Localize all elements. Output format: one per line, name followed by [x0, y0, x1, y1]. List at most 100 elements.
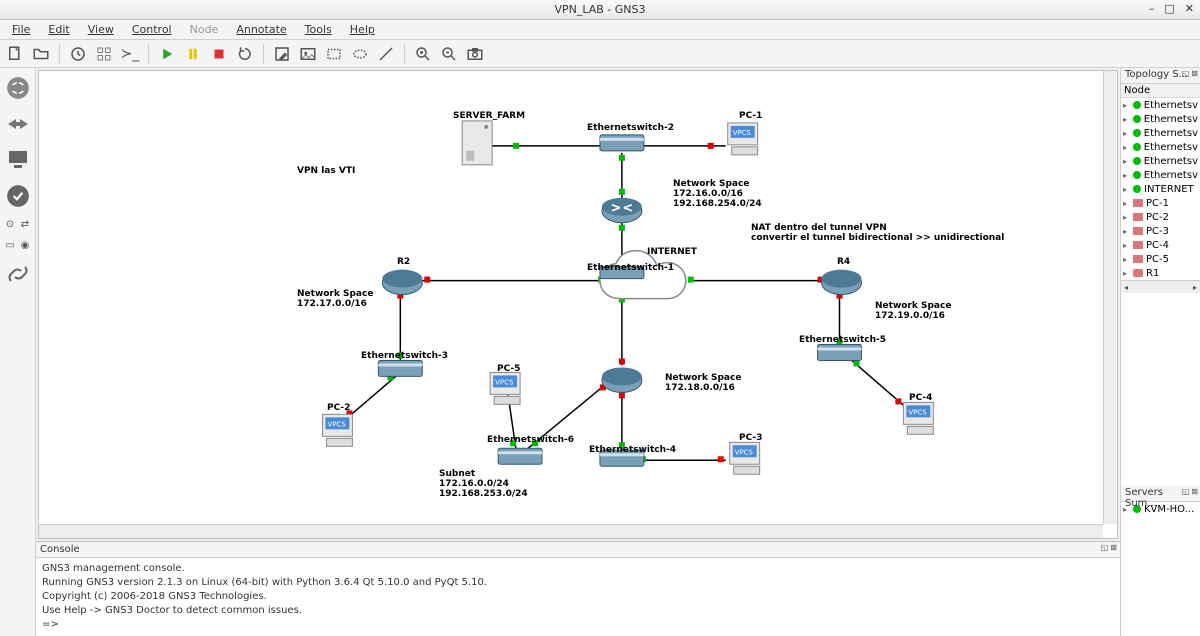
reload-all-button[interactable]: [234, 43, 256, 65]
mini-pc-icon: ▭: [4, 239, 17, 252]
pc-4[interactable]: VPCS: [903, 402, 933, 434]
menu-help[interactable]: Help: [342, 21, 383, 38]
zoom-in-button[interactable]: [412, 43, 434, 65]
node-row[interactable]: ▸PC-2: [1121, 210, 1200, 224]
label-netspace4: Network Space 172.19.0.0/16: [875, 301, 951, 321]
console-all-button[interactable]: ≻_: [119, 43, 141, 65]
stop-all-button[interactable]: [208, 43, 230, 65]
node-row[interactable]: ▸PC-4: [1121, 238, 1200, 252]
node-row[interactable]: ▸Ethernetsv: [1121, 98, 1200, 112]
switches-button[interactable]: [4, 110, 32, 138]
menu-control[interactable]: Control: [124, 21, 180, 38]
pc-2[interactable]: VPCS: [322, 414, 352, 446]
label-netspace2: Network Space 172.17.0.0/16: [297, 289, 373, 309]
device-dock: ⊙⇄ ▭◉: [0, 68, 36, 636]
menu-tools[interactable]: Tools: [297, 21, 340, 38]
console-close-icon[interactable]: ⊠: [1110, 543, 1117, 552]
open-project-button[interactable]: [30, 43, 52, 65]
maximize-button[interactable]: □: [1164, 2, 1174, 15]
panel-float-icon[interactable]: ◱: [1182, 69, 1190, 78]
node-label: Ethernetsv: [1144, 100, 1198, 111]
label-pc5: PC-5: [497, 364, 520, 374]
console-body[interactable]: GNS3 management console. Running GNS3 ve…: [36, 558, 1120, 636]
console-float-icon[interactable]: ◱: [1101, 543, 1109, 552]
close-button[interactable]: ✕: [1185, 2, 1194, 15]
node-row[interactable]: ▸PC-3: [1121, 224, 1200, 238]
node-row[interactable]: ▸Ethernetsv: [1121, 140, 1200, 154]
ethernetswitch-5[interactable]: [818, 344, 862, 360]
label-pc4: PC-4: [909, 393, 932, 403]
menu-file[interactable]: File: [4, 21, 38, 38]
mini-fw-icon: ◉: [19, 239, 32, 252]
node-row[interactable]: ▸R1: [1121, 266, 1200, 280]
all-devices-button[interactable]: ⊙⇄: [4, 218, 32, 231]
server-farm[interactable]: [462, 121, 492, 165]
zoom-out-button[interactable]: [438, 43, 460, 65]
topology-tree[interactable]: Node ▸Ethernetsv▸Ethernetsv▸Ethernetsv▸E…: [1121, 84, 1200, 486]
security-devices-button[interactable]: [4, 182, 32, 210]
node-label: PC-4: [1146, 240, 1169, 251]
status-dot-icon: [1133, 157, 1141, 165]
pc-1[interactable]: VPCS: [728, 123, 758, 155]
snapshot-button[interactable]: [67, 43, 89, 65]
new-project-button[interactable]: [4, 43, 26, 65]
ethernetswitch-6[interactable]: [498, 448, 542, 464]
router-r2[interactable]: [382, 270, 422, 295]
ethernetswitch-2[interactable]: [600, 135, 644, 151]
mini-router-icon: ⊙: [4, 218, 17, 231]
canvas-scroll-horizontal[interactable]: [39, 524, 1103, 538]
node-label: PC-3: [1146, 226, 1169, 237]
panel-close-icon[interactable]: ⊠: [1191, 69, 1198, 78]
annotate-note-button[interactable]: [271, 43, 293, 65]
add-link-button[interactable]: [4, 260, 32, 288]
screenshot-button[interactable]: [464, 43, 486, 65]
tree-scroll[interactable]: ◂▸: [1121, 280, 1200, 293]
canvas-scroll-vertical[interactable]: [1103, 71, 1117, 524]
svg-text:VPCS: VPCS: [327, 420, 346, 428]
label-esw6: Ethernetswitch-6: [487, 435, 574, 445]
status-dot-icon: [1133, 185, 1141, 193]
annotate-rect-button[interactable]: [323, 43, 345, 65]
pc-3[interactable]: VPCS: [730, 442, 760, 474]
title-bar: VPN_LAB - GNS3 – □ ✕: [0, 0, 1200, 20]
status-dot-icon: [1133, 115, 1141, 123]
servers-tree[interactable]: ▸KVM-HO...: [1121, 502, 1200, 636]
node-label: PC-5: [1146, 254, 1169, 265]
end-devices-button[interactable]: [4, 146, 32, 174]
node-row[interactable]: ▸PC-5: [1121, 252, 1200, 266]
console-panel: Console ◱⊠ GNS3 management console. Runn…: [36, 541, 1120, 636]
topology-canvas[interactable]: VPCS VPCS VPCS VPCS VPCS VPN las VTI SER…: [38, 70, 1118, 539]
show-grid-button[interactable]: [93, 43, 115, 65]
node-row[interactable]: ▸Ethernetsv: [1121, 154, 1200, 168]
window-title: VPN_LAB - GNS3: [554, 3, 645, 16]
pause-all-button[interactable]: [182, 43, 204, 65]
panel-float-icon[interactable]: ◱: [1182, 487, 1190, 496]
label-pc3: PC-3: [739, 433, 762, 443]
annotate-line-button[interactable]: [375, 43, 397, 65]
node-row[interactable]: ▸Ethernetsv: [1121, 112, 1200, 126]
label-esw3: Ethernetswitch-3: [361, 351, 448, 361]
annotate-image-button[interactable]: [297, 43, 319, 65]
routers-button[interactable]: [4, 74, 32, 102]
pc-icon: [1133, 199, 1143, 207]
start-all-button[interactable]: [156, 43, 178, 65]
minimize-button[interactable]: –: [1149, 2, 1155, 15]
node-row[interactable]: ▸PC-1: [1121, 196, 1200, 210]
menu-edit[interactable]: Edit: [40, 21, 77, 38]
router-r3[interactable]: [602, 367, 642, 392]
console-prompt: =>: [42, 618, 1114, 632]
panel-close-icon[interactable]: ⊠: [1191, 487, 1198, 496]
node-label: Ethernetsv: [1144, 128, 1198, 139]
node-row[interactable]: ▸Ethernetsv: [1121, 126, 1200, 140]
router-r4[interactable]: [822, 270, 862, 295]
label-esw2: Ethernetswitch-2: [587, 123, 674, 133]
label-netspace1: Network Space 172.16.0.0/16 192.168.254.…: [673, 179, 762, 209]
pc-5[interactable]: VPCS: [490, 372, 520, 404]
ethernetswitch-3[interactable]: [378, 360, 422, 376]
node-row[interactable]: ▸Ethernetsv: [1121, 168, 1200, 182]
node-row[interactable]: ▸INTERNET: [1121, 182, 1200, 196]
menu-view[interactable]: View: [80, 21, 122, 38]
router-r1[interactable]: [602, 198, 642, 223]
menu-annotate[interactable]: Annotate: [228, 21, 294, 38]
annotate-ellipse-button[interactable]: [349, 43, 371, 65]
